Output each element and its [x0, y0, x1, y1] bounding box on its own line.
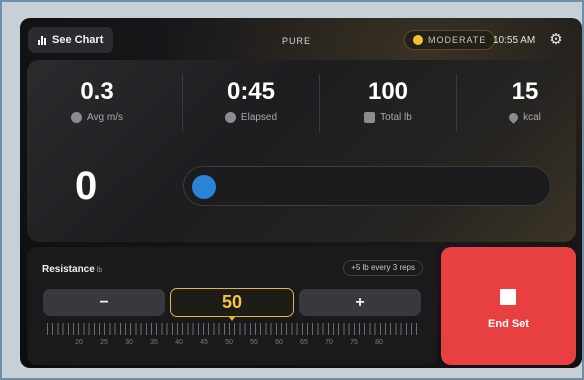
clock-icon	[224, 112, 236, 123]
stat-calories: 15 kcal	[457, 78, 582, 124]
intensity-label: MODERATE	[428, 35, 487, 45]
intensity-badge[interactable]: MODERATE	[404, 30, 496, 50]
bar-chart-icon	[38, 35, 46, 45]
workout-screen: See Chart PURE MODERATE 10:55 AM ⚙ 0.3 A…	[20, 18, 582, 368]
resistance-panel: Resistance lb +5 lb every 3 reps − 50 + 2…	[27, 247, 437, 365]
resistance-title-text: Resistance	[42, 264, 95, 275]
stat-total-weight: 100 Total lb	[320, 78, 456, 123]
intensity-dot-icon	[413, 35, 423, 45]
decrease-weight-button[interactable]: −	[43, 289, 165, 316]
gear-icon[interactable]: ⚙	[548, 32, 564, 48]
progression-hint: +5 lb every 3 reps	[343, 260, 423, 276]
ruler-label: 35	[150, 339, 158, 346]
clock: 10:55 AM	[493, 35, 536, 46]
resistance-title: Resistance lb	[42, 264, 102, 275]
rep-counter: 0	[75, 164, 98, 208]
stat-label: Total lb	[380, 112, 412, 123]
weight-ruler[interactable]: 20 25 30 35 40 45 50 55 60 65 70 75 80	[47, 323, 417, 357]
stat-label: Elapsed	[240, 112, 278, 123]
speedometer-icon	[71, 112, 83, 123]
see-chart-button[interactable]: See Chart	[28, 27, 114, 53]
ruler-label: 60	[275, 339, 283, 346]
ruler-label: 75	[350, 339, 358, 346]
top-bar: See Chart PURE MODERATE 10:55 AM ⚙	[20, 18, 582, 58]
stat-avg-speed: 0.3 Avg m/s	[29, 78, 165, 123]
resistance-unit: lb	[96, 267, 103, 274]
stop-icon	[500, 289, 516, 305]
increase-weight-button[interactable]: +	[299, 289, 421, 316]
stat-label: Avg m/s	[87, 112, 123, 123]
ruler-label: 45	[200, 339, 208, 346]
stat-value: 100	[367, 78, 409, 105]
weight-value[interactable]: 50	[170, 288, 294, 317]
end-set-button[interactable]: End Set	[441, 247, 576, 365]
rep-progress-knob	[192, 175, 216, 199]
window-frame: See Chart PURE MODERATE 10:55 AM ⚙ 0.3 A…	[0, 0, 584, 380]
end-set-label: End Set	[488, 318, 529, 330]
weight-icon	[364, 112, 376, 123]
see-chart-label: See Chart	[52, 34, 104, 46]
ruler-label: 80	[375, 339, 383, 346]
weight-pointer-icon	[229, 317, 235, 321]
ruler-label: 20	[75, 339, 83, 346]
mode-label: PURE	[282, 36, 312, 46]
ruler-label: 70	[325, 339, 333, 346]
stat-value: 15	[511, 78, 539, 105]
ruler-label: 40	[175, 339, 183, 346]
ruler-label: 65	[300, 339, 308, 346]
stat-value: 0.3	[80, 78, 114, 105]
ruler-label: 50	[225, 339, 233, 346]
rep-progress-track	[183, 166, 551, 206]
stat-label: kcal	[523, 112, 541, 123]
ruler-ticks	[47, 323, 417, 335]
stat-elapsed: 0:45 Elapsed	[183, 78, 319, 123]
flame-icon	[507, 111, 520, 124]
ruler-label: 55	[250, 339, 258, 346]
ruler-label: 25	[100, 339, 108, 346]
stat-value: 0:45	[226, 78, 276, 105]
ruler-label: 30	[125, 339, 133, 346]
stats-panel: 0.3 Avg m/s 0:45 Elapsed 100 Total lb 15…	[27, 60, 576, 242]
